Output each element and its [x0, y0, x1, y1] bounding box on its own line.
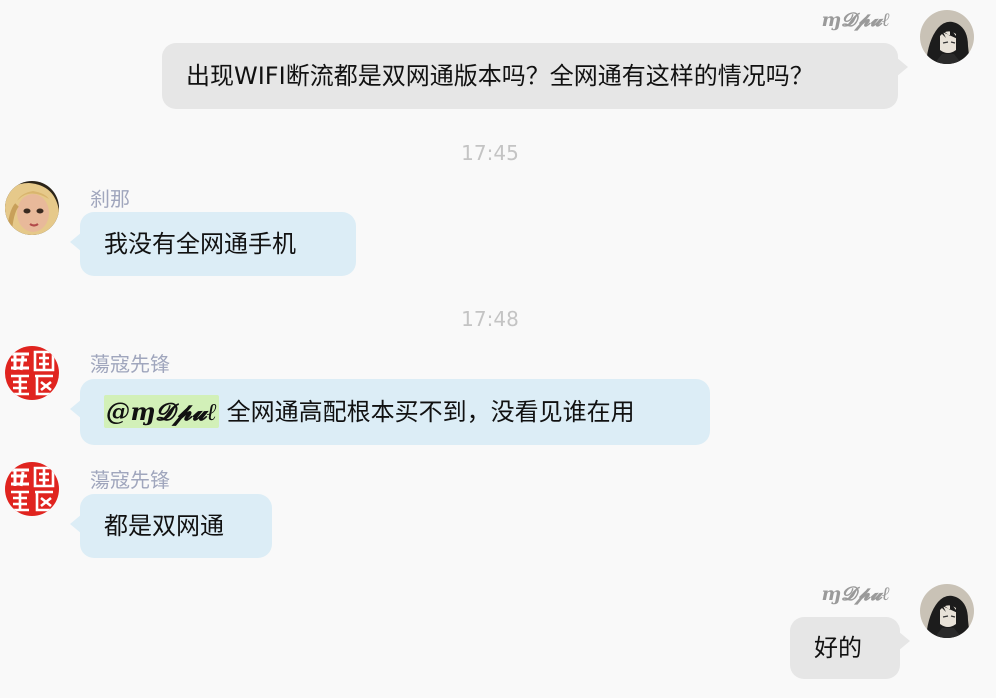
message-bubble-incoming[interactable]: 都是双网通 — [70, 494, 272, 558]
sender-name-self: ɱ𝓓𝓹𝓾ℓ — [821, 583, 890, 605]
message-bubble-outgoing[interactable]: 好的 — [790, 617, 910, 679]
sender-name-self: ɱ𝓓𝓹𝓾ℓ — [821, 9, 890, 31]
message-text: 全网通高配根本买不到，没看见谁在用 — [219, 398, 635, 426]
chana-avatar-icon[interactable] — [5, 181, 59, 235]
self-avatar-icon[interactable] — [920, 584, 974, 638]
mention-tag[interactable]: @ɱ𝓓𝓹𝓾ℓ — [104, 395, 220, 428]
message-bubble-incoming[interactable]: 我没有全网通手机 — [70, 212, 356, 276]
dangkou-avatar-icon[interactable] — [5, 462, 59, 516]
timestamp: 17:48 — [461, 307, 519, 331]
message-bubble-incoming[interactable]: @ɱ𝓓𝓹𝓾ℓ 全网通高配根本买不到，没看见谁在用 — [70, 379, 710, 445]
message-bubble-outgoing[interactable]: 出现WIFI断流都是双网通版本吗？全网通有这样的情况吗？ — [162, 43, 908, 109]
sender-name: 蕩寇先锋 — [90, 352, 170, 376]
self-avatar-icon[interactable] — [920, 10, 974, 64]
sender-name: 刹那 — [90, 187, 130, 211]
dangkou-avatar-icon[interactable] — [5, 346, 59, 400]
sender-name: 蕩寇先锋 — [90, 468, 170, 492]
timestamp: 17:45 — [461, 141, 519, 165]
